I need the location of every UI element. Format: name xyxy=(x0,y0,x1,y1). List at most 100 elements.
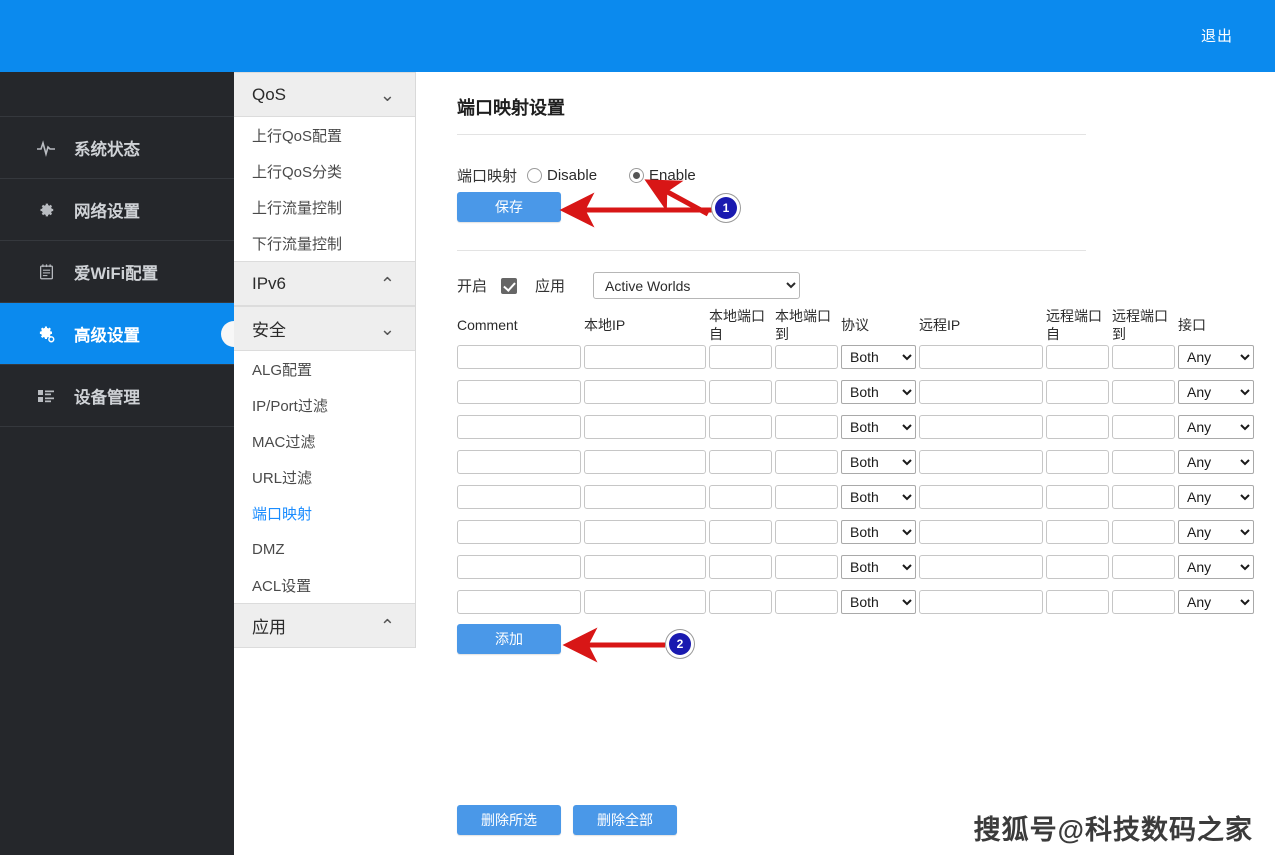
cell-remote-port-to[interactable] xyxy=(1112,590,1175,614)
cell-remote-port-from[interactable] xyxy=(1046,345,1109,369)
menu-link-downlink-flow-control[interactable]: 下行流量控制 xyxy=(234,225,415,261)
delete-all-button[interactable]: 删除全部 xyxy=(573,805,677,835)
cell-local-ip[interactable] xyxy=(584,520,706,544)
cell-remote-ip[interactable] xyxy=(919,450,1043,474)
cell-remote-port-to[interactable] xyxy=(1112,485,1175,509)
cell-comment[interactable] xyxy=(457,520,581,544)
cell-protocol-select[interactable]: Both xyxy=(841,590,916,614)
cell-interface-select[interactable]: Any xyxy=(1178,590,1254,614)
cell-remote-port-to[interactable] xyxy=(1112,555,1175,579)
sidebar-item-advanced-settings[interactable]: 高级设置 xyxy=(0,303,234,365)
cell-remote-port-to[interactable] xyxy=(1112,520,1175,544)
menu-link-dmz[interactable]: DMZ xyxy=(234,531,415,567)
cell-remote-ip[interactable] xyxy=(919,555,1043,579)
cell-remote-ip[interactable] xyxy=(919,520,1043,544)
menu-link-uplink-qos-class[interactable]: 上行QoS分类 xyxy=(234,153,415,189)
menu-group-ipv6[interactable]: IPv6 ⌃ xyxy=(234,261,415,306)
cell-local-port-to[interactable] xyxy=(775,485,838,509)
cell-remote-ip[interactable] xyxy=(919,345,1043,369)
cell-remote-port-from[interactable] xyxy=(1046,590,1109,614)
cell-local-port-to[interactable] xyxy=(775,555,838,579)
cell-local-port-from[interactable] xyxy=(709,380,772,404)
cell-local-port-from[interactable] xyxy=(709,520,772,544)
sidebar-item-device-management[interactable]: 设备管理 xyxy=(0,365,234,427)
cell-comment[interactable] xyxy=(457,450,581,474)
cell-local-port-to[interactable] xyxy=(775,450,838,474)
enable-checkbox[interactable] xyxy=(501,277,518,294)
radio-disable[interactable] xyxy=(527,168,543,183)
cell-interface-select[interactable]: Any xyxy=(1178,380,1254,404)
cell-comment[interactable] xyxy=(457,345,581,369)
cell-local-port-to[interactable] xyxy=(775,345,838,369)
cell-remote-port-from[interactable] xyxy=(1046,485,1109,509)
cell-local-port-to[interactable] xyxy=(775,380,838,404)
cell-protocol-select[interactable]: Both xyxy=(841,520,916,544)
cell-remote-port-from[interactable] xyxy=(1046,450,1109,474)
cell-local-ip[interactable] xyxy=(584,450,706,474)
cell-protocol-select[interactable]: Both xyxy=(841,555,916,579)
cell-remote-port-to[interactable] xyxy=(1112,380,1175,404)
cell-comment[interactable] xyxy=(457,485,581,509)
cell-protocol-select[interactable]: Both xyxy=(841,345,916,369)
cell-remote-ip[interactable] xyxy=(919,380,1043,404)
menu-link-mac-filter[interactable]: MAC过滤 xyxy=(234,423,415,459)
menu-link-alg-config[interactable]: ALG配置 xyxy=(234,351,415,387)
cell-local-port-from[interactable] xyxy=(709,485,772,509)
cell-remote-port-from[interactable] xyxy=(1046,520,1109,544)
menu-link-port-mapping[interactable]: 端口映射 xyxy=(234,495,415,531)
menu-link-uplink-qos-config[interactable]: 上行QoS配置 xyxy=(234,117,415,153)
cell-local-port-to[interactable] xyxy=(775,415,838,439)
sidebar-item-wifi-config[interactable]: 爱WiFi配置 xyxy=(0,241,234,303)
cell-remote-port-to[interactable] xyxy=(1112,415,1175,439)
cell-remote-port-from[interactable] xyxy=(1046,380,1109,404)
cell-local-port-from[interactable] xyxy=(709,415,772,439)
cell-comment[interactable] xyxy=(457,415,581,439)
cell-local-port-to[interactable] xyxy=(775,520,838,544)
sidebar-item-system-status[interactable]: 系统状态 xyxy=(0,117,234,179)
cell-interface-select[interactable]: Any xyxy=(1178,485,1254,509)
radio-enable[interactable] xyxy=(629,168,645,183)
cell-remote-port-from[interactable] xyxy=(1046,415,1109,439)
cell-protocol-select[interactable]: Both xyxy=(841,450,916,474)
menu-link-acl-settings[interactable]: ACL设置 xyxy=(234,567,415,603)
cell-remote-port-from[interactable] xyxy=(1046,555,1109,579)
menu-link-url-filter[interactable]: URL过滤 xyxy=(234,459,415,495)
cell-remote-ip[interactable] xyxy=(919,415,1043,439)
cell-interface-select[interactable]: Any xyxy=(1178,450,1254,474)
menu-group-qos[interactable]: QoS ⌄ xyxy=(234,72,415,117)
logout-link[interactable]: 退出 xyxy=(1201,25,1233,46)
cell-local-port-from[interactable] xyxy=(709,345,772,369)
sidebar-item-network-settings[interactable]: 网络设置 xyxy=(0,179,234,241)
cell-remote-ip[interactable] xyxy=(919,485,1043,509)
cell-comment[interactable] xyxy=(457,590,581,614)
cell-interface-select[interactable]: Any xyxy=(1178,555,1254,579)
cell-local-ip[interactable] xyxy=(584,380,706,404)
cell-protocol-select[interactable]: Both xyxy=(841,415,916,439)
cell-remote-ip[interactable] xyxy=(919,590,1043,614)
cell-comment[interactable] xyxy=(457,555,581,579)
cell-local-ip[interactable] xyxy=(584,590,706,614)
cell-interface-select[interactable]: Any xyxy=(1178,415,1254,439)
cell-local-ip[interactable] xyxy=(584,415,706,439)
cell-local-ip[interactable] xyxy=(584,555,706,579)
cell-local-port-to[interactable] xyxy=(775,590,838,614)
menu-link-ip-port-filter[interactable]: IP/Port过滤 xyxy=(234,387,415,423)
cell-local-port-from[interactable] xyxy=(709,590,772,614)
cell-local-port-from[interactable] xyxy=(709,450,772,474)
cell-remote-port-to[interactable] xyxy=(1112,345,1175,369)
application-select[interactable]: Active Worlds xyxy=(593,272,801,299)
cell-comment[interactable] xyxy=(457,380,581,404)
cell-protocol-select[interactable]: Both xyxy=(841,380,916,404)
save-button[interactable]: 保存 xyxy=(457,192,561,222)
delete-selected-button[interactable]: 删除所选 xyxy=(457,805,561,835)
cell-protocol-select[interactable]: Both xyxy=(841,485,916,509)
cell-remote-port-to[interactable] xyxy=(1112,450,1175,474)
menu-group-security[interactable]: 安全 ⌄ xyxy=(234,306,415,351)
cell-interface-select[interactable]: Any xyxy=(1178,520,1254,544)
add-button[interactable]: 添加 xyxy=(457,624,561,654)
menu-group-application[interactable]: 应用 ⌃ xyxy=(234,603,415,648)
cell-local-ip[interactable] xyxy=(584,485,706,509)
cell-local-port-from[interactable] xyxy=(709,555,772,579)
cell-interface-select[interactable]: Any xyxy=(1178,345,1254,369)
cell-local-ip[interactable] xyxy=(584,345,706,369)
